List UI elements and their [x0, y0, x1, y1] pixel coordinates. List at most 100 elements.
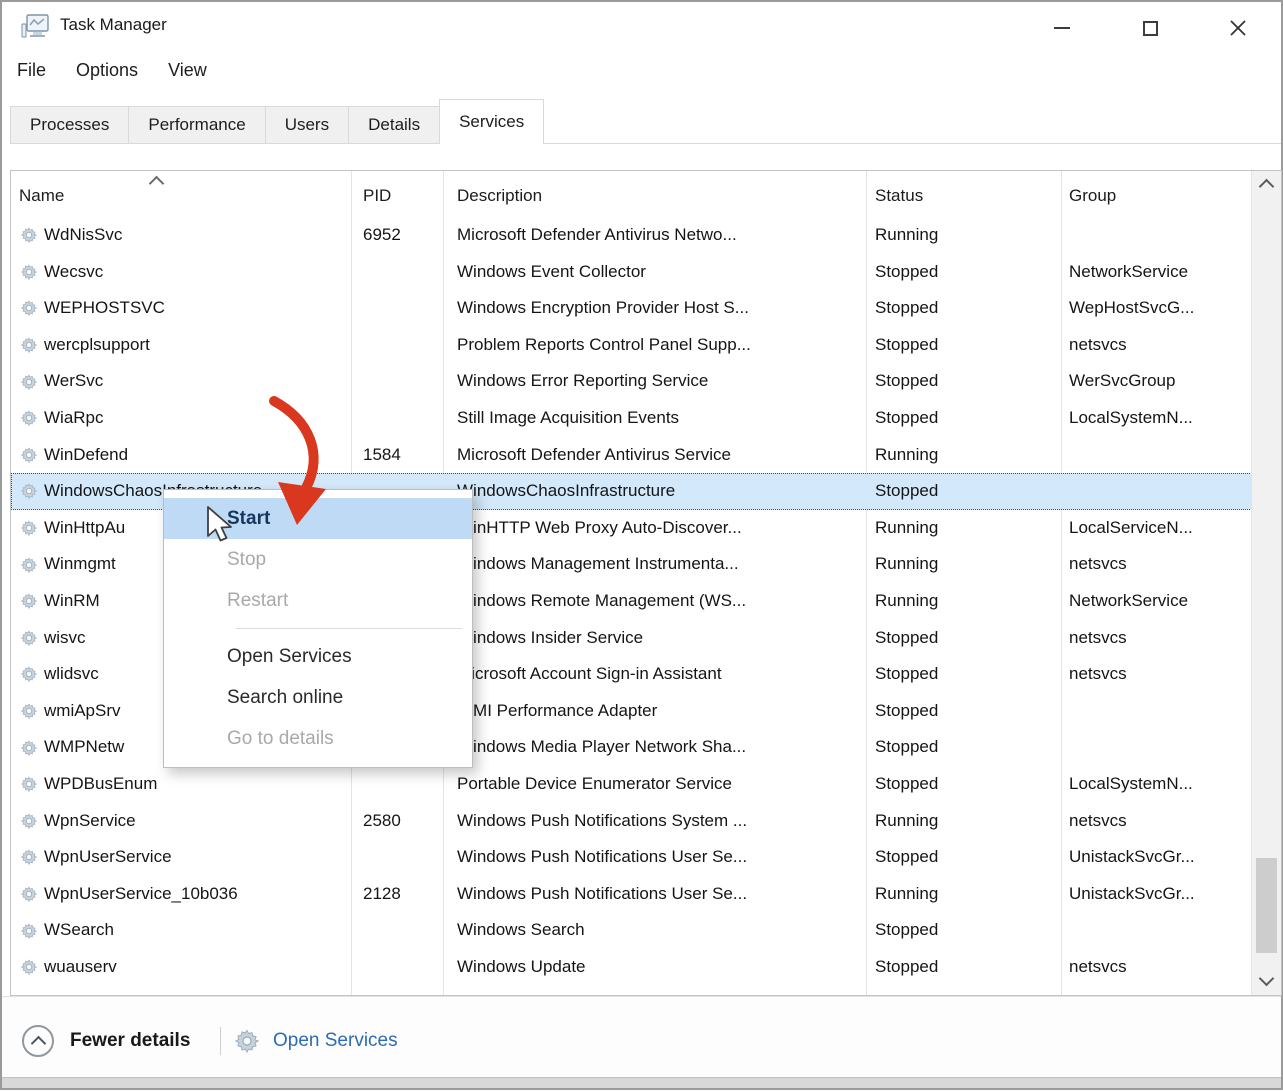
cell-group: netsvcs — [1069, 327, 1251, 364]
service-gear-icon — [21, 703, 37, 719]
cell-description: Windows Error Reporting Service — [457, 363, 863, 400]
context-menu-item-start[interactable]: Start — [164, 498, 472, 539]
cell-status: Stopped — [875, 656, 1059, 693]
table-row[interactable]: WinDefend1584Microsoft Defender Antiviru… — [11, 437, 1252, 474]
column-header-name[interactable]: Name — [19, 171, 64, 215]
cell-description: Windows Remote Management (WS... — [457, 583, 863, 620]
cell-pid — [363, 290, 441, 327]
service-gear-icon — [21, 959, 37, 975]
service-gear-icon — [21, 776, 37, 792]
cell-group: NetworkService — [1069, 583, 1251, 620]
tab-services[interactable]: Services — [439, 99, 544, 144]
cell-description: Windows Media Player Network Sha... — [457, 729, 863, 766]
cell-name: Wecsvc — [21, 254, 349, 291]
table-row[interactable]: WiaRpcStill Image Acquisition EventsStop… — [11, 400, 1252, 437]
service-name-label: WinHttpAu — [44, 510, 125, 547]
context-menu-separator — [236, 628, 462, 629]
close-button[interactable] — [1214, 2, 1262, 54]
column-header-description[interactable]: Description — [457, 171, 542, 215]
tab-users[interactable]: Users — [265, 106, 349, 143]
service-name-label: wercplsupport — [44, 327, 150, 364]
service-name-label: WpnService — [44, 803, 136, 840]
table-row[interactable]: WerSvcWindows Error Reporting ServiceSto… — [11, 363, 1252, 400]
context-menu: StartStopRestart Open ServicesSearch onli… — [163, 489, 473, 768]
cell-group — [1069, 729, 1251, 766]
table-row[interactable]: WpnUserService_10b0362128Windows Push No… — [11, 876, 1252, 913]
fewer-details-label[interactable]: Fewer details — [70, 1030, 190, 1052]
cell-group: WepHostSvcG... — [1069, 290, 1251, 327]
scroll-up-button[interactable] — [1252, 173, 1281, 199]
cell-group — [1069, 437, 1251, 474]
service-name-label: WinDefend — [44, 437, 128, 474]
cell-status: Stopped — [875, 620, 1059, 657]
cell-description: Windows Event Collector — [457, 254, 863, 291]
column-header-status[interactable]: Status — [875, 171, 923, 215]
table-row[interactable]: wuauservWindows UpdateStoppednetsvcs — [11, 949, 1252, 986]
cell-name: WSearch — [21, 912, 349, 949]
vertical-scrollbar[interactable] — [1251, 171, 1281, 995]
cell-name: WiaRpc — [21, 400, 349, 437]
cell-name: wuauserv — [21, 949, 349, 986]
cell-status: Stopped — [875, 766, 1059, 803]
table-row[interactable]: WPDBusEnumPortable Device Enumerator Ser… — [11, 766, 1252, 803]
column-header-group[interactable]: Group — [1069, 171, 1116, 215]
table-row[interactable]: WEPHOSTSVCWindows Encryption Provider Ho… — [11, 290, 1252, 327]
context-menu-item-restart[interactable]: Restart — [164, 580, 472, 621]
service-name-label: wlidsvc — [44, 656, 99, 693]
cell-status: Stopped — [875, 912, 1059, 949]
cell-pid — [363, 839, 441, 876]
table-row[interactable]: WpnService2580Windows Push Notifications… — [11, 803, 1252, 840]
context-menu-item-stop[interactable]: Stop — [164, 539, 472, 580]
service-gear-icon — [21, 483, 37, 499]
cell-description: Windows Push Notifications System ... — [457, 803, 863, 840]
menu-bar: File Options View — [17, 60, 207, 81]
cell-description: Still Image Acquisition Events — [457, 400, 863, 437]
footer-divider — [220, 1027, 221, 1055]
context-menu-item-go-to-details[interactable]: Go to details — [164, 718, 472, 759]
service-gear-icon — [21, 410, 37, 426]
service-name-label: WerSvc — [44, 363, 103, 400]
cell-pid: 6952 — [363, 217, 441, 254]
service-gear-icon — [21, 227, 37, 243]
cell-description: WinHTTP Web Proxy Auto-Discover... — [457, 510, 863, 547]
column-header-pid[interactable]: PID — [363, 171, 391, 215]
cell-group: netsvcs — [1069, 620, 1251, 657]
sort-ascending-icon — [151, 176, 162, 194]
tab-processes[interactable]: Processes — [10, 106, 129, 143]
table-row[interactable]: WdNisSvc6952Microsoft Defender Antivirus… — [11, 217, 1252, 254]
cell-status: Running — [875, 546, 1059, 583]
menu-item-view[interactable]: View — [168, 60, 207, 81]
cell-description: Microsoft Defender Antivirus Service — [457, 437, 863, 474]
service-name-label: wisvc — [44, 620, 86, 657]
window-title: Task Manager — [60, 15, 167, 35]
cell-group: NetworkService — [1069, 254, 1251, 291]
scrollbar-thumb[interactable] — [1256, 858, 1277, 953]
menu-item-options[interactable]: Options — [76, 60, 138, 81]
table-row[interactable]: WpnUserServiceWindows Push Notifications… — [11, 839, 1252, 876]
cell-name: WpnService — [21, 803, 349, 840]
table-row[interactable]: WSearchWindows SearchStopped — [11, 912, 1252, 949]
scroll-down-button[interactable] — [1252, 967, 1281, 993]
tab-details[interactable]: Details — [348, 106, 440, 143]
service-name-label: WdNisSvc — [44, 217, 122, 254]
service-gear-icon — [21, 374, 37, 390]
maximize-button[interactable] — [1126, 2, 1174, 54]
service-gear-icon — [21, 557, 37, 573]
context-menu-item-open-services[interactable]: Open Services — [164, 636, 472, 677]
menu-item-file[interactable]: File — [17, 60, 46, 81]
tab-performance[interactable]: Performance — [128, 106, 265, 143]
table-row[interactable]: WecsvcWindows Event CollectorStoppedNetw… — [11, 254, 1252, 291]
cell-name: WPDBusEnum — [21, 766, 349, 803]
cell-group: UnistackSvcGr... — [1069, 839, 1251, 876]
cell-status: Stopped — [875, 949, 1059, 986]
cell-group: WerSvcGroup — [1069, 363, 1251, 400]
cell-pid — [363, 254, 441, 291]
open-services-link[interactable]: Open Services — [273, 1030, 398, 1052]
fewer-details-toggle[interactable] — [22, 1025, 54, 1057]
cell-status: Running — [875, 803, 1059, 840]
cell-group — [1069, 217, 1251, 254]
services-gear-icon — [235, 1029, 259, 1058]
table-row[interactable]: wercplsupportProblem Reports Control Pan… — [11, 327, 1252, 364]
minimize-button[interactable] — [1038, 2, 1086, 54]
context-menu-item-search-online[interactable]: Search online — [164, 677, 472, 718]
